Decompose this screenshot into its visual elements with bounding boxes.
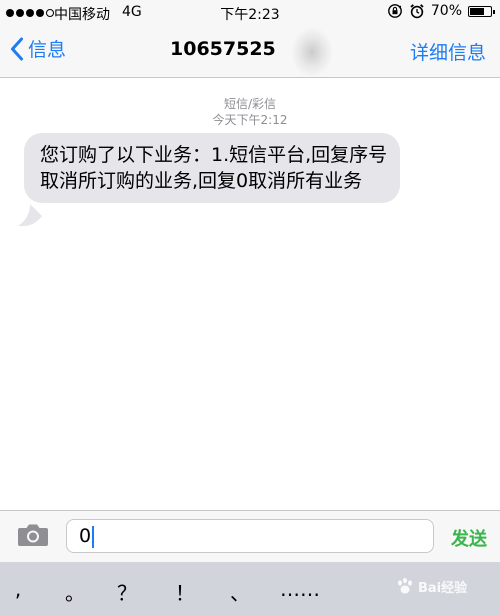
key-comma[interactable]: , (3, 577, 33, 601)
navigation-bar: 信息 10657525 详细信息 (0, 26, 500, 78)
key-exclamation[interactable]: ！ (170, 577, 200, 606)
redaction-smudge (292, 28, 332, 76)
key-period[interactable]: 。 (60, 577, 90, 606)
status-bar: 中国移动 4G 下午2:23 70% (0, 0, 500, 26)
details-button[interactable]: 详细信息 (410, 38, 486, 65)
watermark-text: Bai经验 (418, 580, 468, 596)
rotation-lock-icon (387, 4, 402, 18)
bubble-tail (18, 204, 42, 227)
send-button[interactable]: 发送 (451, 525, 487, 551)
chevron-left-icon (11, 37, 23, 60)
key-ellipsis[interactable]: …… (278, 577, 322, 601)
message-input-value: 0 (79, 525, 92, 547)
key-question[interactable]: ？ (112, 577, 142, 606)
signal-dot (16, 9, 24, 17)
conversation-title: 10657525 (170, 38, 276, 60)
signal-strength-icon (6, 9, 54, 17)
message-timestamp: 今天下午2:12 (212, 113, 288, 127)
message-bubble: 您订购了以下业务：1.短信平台,回复序号取消所订购的业务,回复0取消所有业务 (24, 133, 400, 203)
carrier-name: 中国移动 (54, 7, 110, 23)
paw-icon (398, 577, 412, 594)
key-enumeration-comma[interactable]: 、 (225, 577, 255, 606)
back-button-label: 信息 (28, 39, 67, 61)
text-caret (92, 525, 95, 548)
back-button[interactable]: 信息 (10, 35, 66, 62)
network-type: 4G (122, 4, 142, 20)
signal-dot (36, 9, 44, 17)
camera-icon[interactable] (17, 523, 49, 547)
keyboard-punctuation-row: , 。 ？ ！ 、 …… Bai经验 (0, 562, 500, 615)
message-type-label: 短信/彩信 (223, 97, 277, 111)
signal-dot-empty (46, 9, 54, 17)
signal-dot (26, 9, 34, 17)
battery-fill (470, 7, 484, 15)
message-input[interactable]: 0 (66, 519, 434, 553)
watermark: Bai经验 (395, 576, 467, 596)
battery-icon (468, 5, 495, 17)
input-bar: 0 发送 (0, 510, 500, 562)
alarm-clock-icon (410, 4, 424, 19)
status-right-group: 70% (387, 3, 495, 19)
battery-percent: 70% (430, 3, 462, 19)
signal-dot (6, 9, 14, 17)
